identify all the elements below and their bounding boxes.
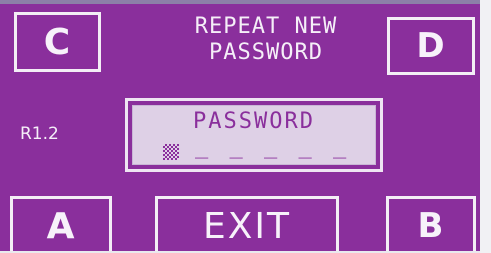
title-line-1: REPEAT NEW — [194, 14, 338, 39]
right-bezel — [480, 0, 491, 253]
password-placeholder: _ _ _ _ _ — [195, 134, 351, 159]
firmware-version: R1.2 — [20, 124, 59, 144]
softkey-b-button[interactable]: B — [386, 196, 476, 251]
password-label: PASSWORD — [193, 109, 315, 134]
screen-title: REPEAT NEW PASSWORD — [150, 14, 382, 66]
input-cursor-icon — [163, 144, 179, 160]
softkey-a-button[interactable]: A — [10, 196, 112, 251]
password-entry-box[interactable]: PASSWORD _ _ _ _ _ — [125, 98, 383, 172]
password-field[interactable]: PASSWORD _ _ _ _ _ — [132, 105, 376, 165]
exit-button[interactable]: EXIT — [155, 196, 339, 251]
lcd-screen: C D REPEAT NEW PASSWORD R1.2 PASSWORD _ … — [0, 4, 480, 251]
title-line-2: PASSWORD — [209, 40, 323, 65]
softkey-c-button[interactable]: C — [14, 12, 101, 72]
softkey-d-button[interactable]: D — [387, 17, 475, 75]
